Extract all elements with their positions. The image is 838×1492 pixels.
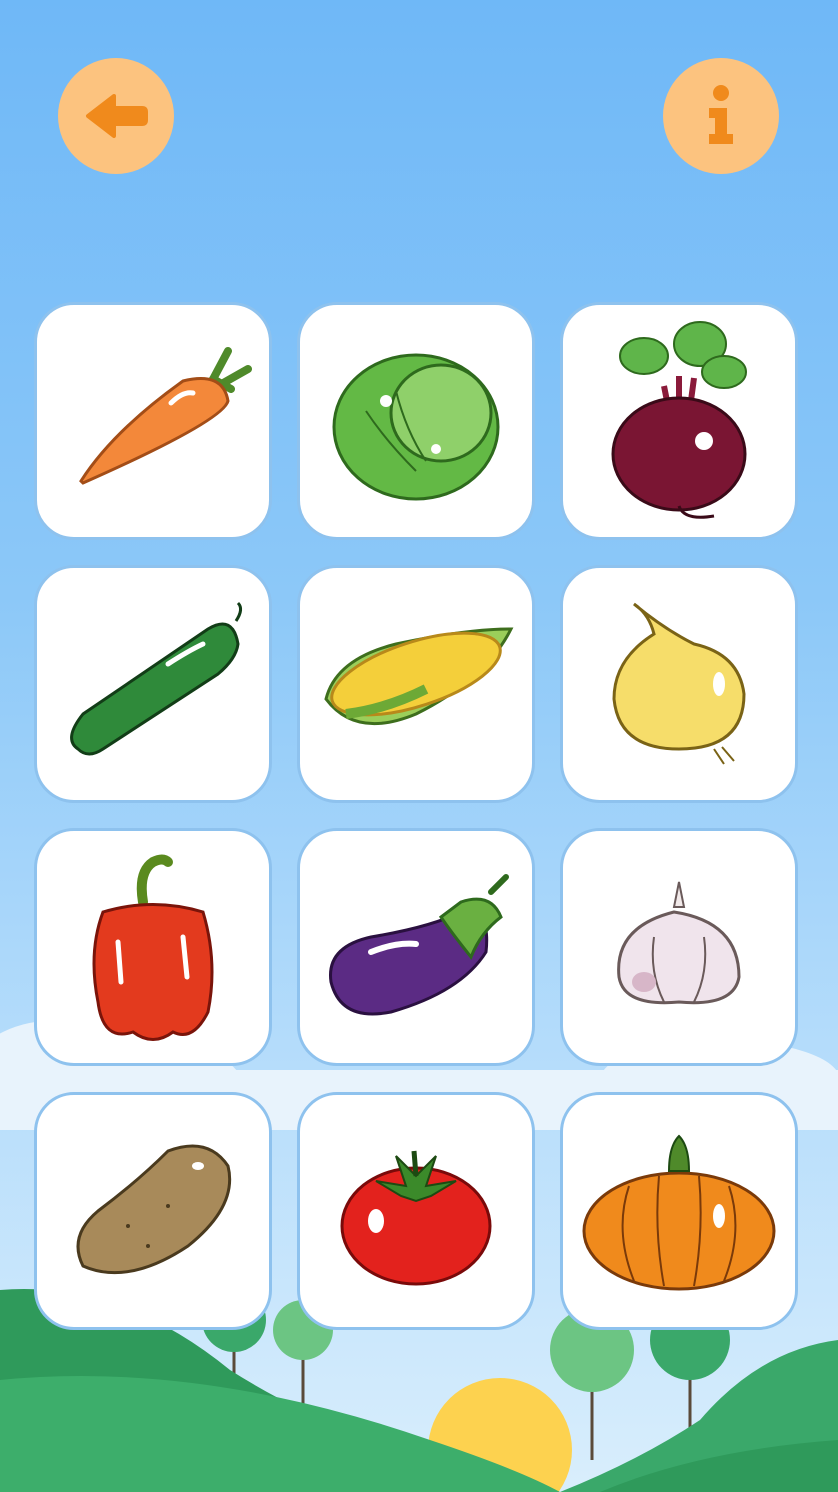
vegetable-card-pumpkin[interactable] xyxy=(560,1092,798,1330)
potato-icon xyxy=(76,1144,232,1275)
onion-icon xyxy=(612,602,746,765)
vegetable-card-corn[interactable] xyxy=(297,565,535,803)
back-button[interactable] xyxy=(58,58,174,174)
garlic-icon xyxy=(617,881,741,1005)
vegetable-grid xyxy=(34,302,806,1342)
vegetable-card-garlic[interactable] xyxy=(560,828,798,1066)
carrot-icon xyxy=(79,347,252,485)
cucumber-icon xyxy=(70,601,243,756)
vegetable-card-cucumber[interactable] xyxy=(34,565,272,803)
vegetable-card-carrot[interactable] xyxy=(34,302,272,540)
vegetable-card-tomato[interactable] xyxy=(297,1092,535,1330)
vegetable-card-bell-pepper[interactable] xyxy=(34,828,272,1066)
corn-icon xyxy=(324,627,514,726)
vegetable-card-potato[interactable] xyxy=(34,1092,272,1330)
vegetable-card-onion[interactable] xyxy=(560,565,798,803)
info-icon xyxy=(709,85,733,144)
cabbage-icon xyxy=(332,353,500,501)
eggplant-icon xyxy=(329,874,509,1016)
beet-icon xyxy=(611,321,747,519)
vegetable-card-cabbage[interactable] xyxy=(297,302,535,540)
bell-pepper-icon xyxy=(92,854,214,1041)
pumpkin-icon xyxy=(582,1134,776,1291)
tomato-icon xyxy=(340,1150,492,1286)
vegetable-card-eggplant[interactable] xyxy=(297,828,535,1066)
vegetable-card-beet[interactable] xyxy=(560,302,798,540)
info-button[interactable] xyxy=(663,58,779,174)
arrow-left-icon xyxy=(86,94,148,138)
